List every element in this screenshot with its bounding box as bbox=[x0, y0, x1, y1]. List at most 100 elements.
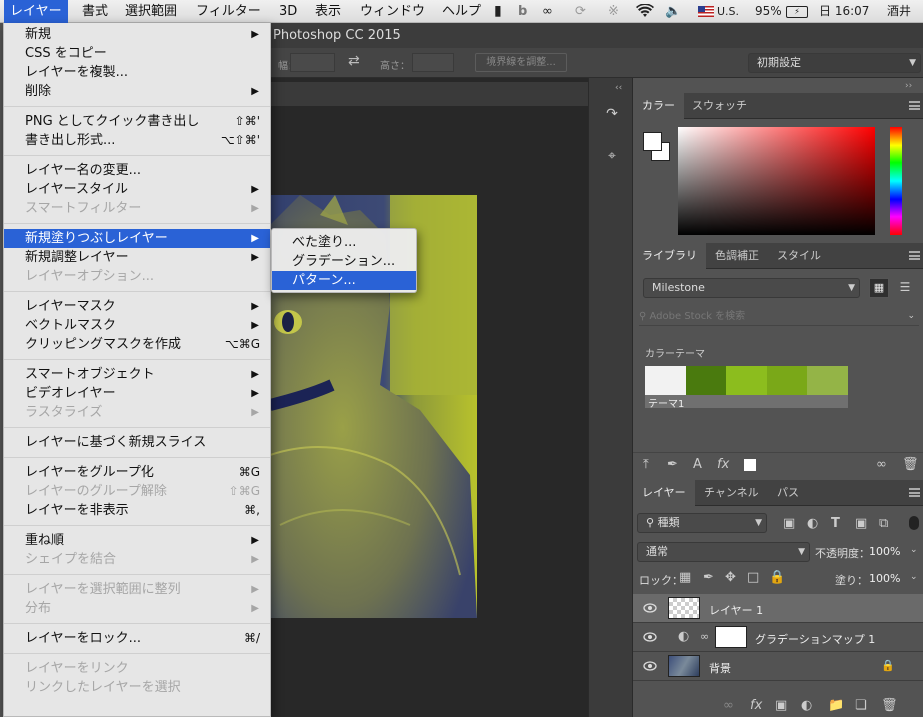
width-field[interactable] bbox=[290, 53, 335, 72]
add-color-icon[interactable] bbox=[744, 459, 756, 471]
chevron-down-icon[interactable]: ⌄ bbox=[910, 545, 918, 555]
trash-icon[interactable]: 🗑 bbox=[902, 457, 919, 473]
wifi-icon[interactable] bbox=[636, 3, 654, 19]
creative-cloud-icon[interactable]: ∞ bbox=[542, 4, 553, 19]
swap-icon[interactable]: ⇄ bbox=[348, 53, 360, 69]
new-group-icon[interactable]: 📁 bbox=[828, 698, 844, 714]
workspace-select[interactable]: 初期設定 ▼ bbox=[748, 53, 921, 73]
tab-swatches[interactable]: スウォッチ bbox=[683, 93, 756, 119]
layer-row[interactable]: 背景 🔒 bbox=[633, 652, 923, 681]
gradient-item[interactable]: グラデーション... bbox=[272, 252, 416, 271]
menu-item[interactable]: レイヤー名の変更... bbox=[4, 161, 270, 180]
menu-help[interactable]: ヘルプ bbox=[436, 0, 487, 23]
eye-icon[interactable] bbox=[643, 660, 657, 672]
layer-row[interactable]: ◐ ∞ グラデーションマップ 1 bbox=[633, 623, 923, 652]
tab-channels[interactable]: チャンネル bbox=[695, 480, 768, 506]
menu-item[interactable]: 新規 ▶ bbox=[4, 25, 270, 44]
menu-layer[interactable]: レイヤー bbox=[4, 0, 68, 23]
trash-icon[interactable]: 🗑 bbox=[881, 698, 898, 714]
properties-icon[interactable]: ⌖ bbox=[603, 148, 621, 166]
eye-icon[interactable] bbox=[643, 631, 657, 643]
menu-3d[interactable]: 3D bbox=[273, 0, 303, 23]
text-style-icon[interactable]: A bbox=[693, 457, 702, 473]
menu-type[interactable]: 書式 bbox=[76, 0, 114, 23]
stock-search[interactable]: ⚲ Adobe Stock を検索 ⌄ bbox=[639, 308, 919, 326]
tab-libraries[interactable]: ライブラリ bbox=[633, 243, 706, 269]
eye-icon[interactable] bbox=[643, 602, 657, 614]
link-layers-icon[interactable]: ∞ bbox=[723, 698, 734, 714]
layer-row[interactable]: レイヤー 1 bbox=[633, 594, 923, 623]
layer-mask-thumbnail[interactable] bbox=[715, 626, 747, 648]
fill-value[interactable]: 100% bbox=[869, 572, 900, 585]
lock-paint-icon[interactable]: ✒ bbox=[703, 570, 714, 586]
menu-item[interactable]: レイヤーをグループ化 ⌘G bbox=[4, 463, 270, 482]
tab-adjustments[interactable]: 色調補正 bbox=[706, 243, 768, 269]
theme-swatch[interactable] bbox=[807, 366, 848, 395]
bluetooth-icon[interactable]: ※ bbox=[608, 4, 619, 19]
theme-swatch[interactable] bbox=[685, 366, 727, 395]
menu-item[interactable]: レイヤーマスク ▶ bbox=[4, 297, 270, 316]
opacity-value[interactable]: 100% bbox=[869, 545, 900, 558]
refine-edge-button[interactable]: 境界線を調整... bbox=[475, 53, 567, 72]
battery-icon[interactable]: ⚡ bbox=[786, 6, 808, 18]
b-icon[interactable]: b bbox=[518, 4, 527, 19]
upload-icon[interactable]: ⤒ bbox=[643, 457, 649, 473]
volume-icon[interactable]: 🔈 bbox=[665, 4, 681, 19]
panel-menu-icon[interactable] bbox=[909, 488, 920, 497]
menu-item[interactable]: レイヤーを非表示 ⌘, bbox=[4, 501, 270, 520]
smart-object-filter-icon[interactable]: ⧉ bbox=[879, 516, 888, 532]
hue-slider[interactable] bbox=[890, 127, 902, 235]
color-theme-swatches[interactable]: テーマ1 bbox=[645, 366, 848, 410]
tab-color[interactable]: カラー bbox=[633, 93, 684, 119]
menu-item[interactable]: レイヤーを複製... bbox=[4, 63, 270, 82]
menu-select[interactable]: 選択範囲 bbox=[119, 0, 183, 23]
color-field[interactable] bbox=[678, 127, 875, 235]
menu-item[interactable]: レイヤーに基づく新規スライス bbox=[4, 433, 270, 452]
menu-item[interactable]: レイヤースタイル ▶ bbox=[4, 180, 270, 199]
battery-percent[interactable]: 95% bbox=[755, 4, 782, 19]
menu-item[interactable]: 新規調整レイヤー ▶ bbox=[4, 248, 270, 267]
shape-filter-icon[interactable]: ▣ bbox=[855, 516, 867, 532]
tab-paths[interactable]: パス bbox=[768, 480, 808, 506]
menu-item[interactable]: PNG としてクイック書き出し ⇧⌘' bbox=[4, 112, 270, 131]
menu-window[interactable]: ウィンドウ bbox=[354, 0, 431, 23]
bookmark-icon[interactable]: ▮ bbox=[494, 4, 502, 19]
menu-item[interactable]: CSS をコピー bbox=[4, 44, 270, 63]
menu-item[interactable]: 書き出し形式... ⌥⇧⌘' bbox=[4, 131, 270, 150]
layer-kind-filter[interactable]: ⚲ 種類 ▼ bbox=[637, 513, 767, 533]
lock-all-icon[interactable]: 🔒 bbox=[769, 570, 785, 586]
menu-item[interactable]: ビデオレイヤー ▶ bbox=[4, 384, 270, 403]
user-name[interactable]: 酒井 bbox=[887, 4, 911, 19]
brush-add-icon[interactable]: ✒ bbox=[667, 457, 678, 473]
menu-item[interactable]: スマートオブジェクト ▶ bbox=[4, 365, 270, 384]
collapse-icon[interactable]: ‹‹ bbox=[615, 80, 622, 96]
menu-item[interactable]: ベクトルマスク ▶ bbox=[4, 316, 270, 335]
filter-toggle-icon[interactable] bbox=[909, 516, 919, 530]
height-field[interactable] bbox=[412, 53, 454, 72]
grid-view-icon[interactable]: ▦ bbox=[869, 278, 889, 298]
solid-color-item[interactable]: べた塗り... bbox=[272, 233, 416, 252]
lock-move-icon[interactable]: ✥ bbox=[725, 570, 736, 586]
adjustment-filter-icon[interactable]: ◐ bbox=[807, 516, 818, 532]
menu-item[interactable]: クリッピングマスクを作成 ⌥⌘G bbox=[4, 335, 270, 354]
blend-mode-select[interactable]: 通常 ▼ bbox=[637, 542, 810, 562]
lock-transparency-icon[interactable]: ▦ bbox=[679, 570, 691, 586]
theme-swatch[interactable] bbox=[766, 366, 808, 395]
foreground-color-swatch[interactable] bbox=[643, 132, 662, 151]
fx-icon[interactable]: fx bbox=[750, 698, 762, 714]
time-machine-icon[interactable]: ⟳ bbox=[575, 4, 586, 19]
list-view-icon[interactable]: ☰ bbox=[895, 278, 915, 298]
chain-link-icon[interactable]: ∞ bbox=[700, 629, 709, 645]
menu-item[interactable]: 重ね順 ▶ bbox=[4, 531, 270, 550]
tab-styles[interactable]: スタイル bbox=[768, 243, 830, 269]
menu-filter[interactable]: フィルター bbox=[190, 0, 267, 23]
theme-swatch[interactable] bbox=[726, 366, 767, 395]
collapse-panels-icon[interactable]: ›› bbox=[905, 78, 912, 94]
chevron-down-icon[interactable]: ⌄ bbox=[910, 572, 918, 582]
creative-cloud-sync-icon[interactable]: ∞ bbox=[876, 457, 887, 473]
clock[interactable]: 日 16:07 bbox=[819, 4, 869, 19]
panel-menu-icon[interactable] bbox=[909, 101, 920, 110]
theme-swatch[interactable] bbox=[645, 366, 686, 395]
pixel-filter-icon[interactable]: ▣ bbox=[783, 516, 795, 532]
fx-style-icon[interactable]: fx bbox=[717, 457, 729, 473]
